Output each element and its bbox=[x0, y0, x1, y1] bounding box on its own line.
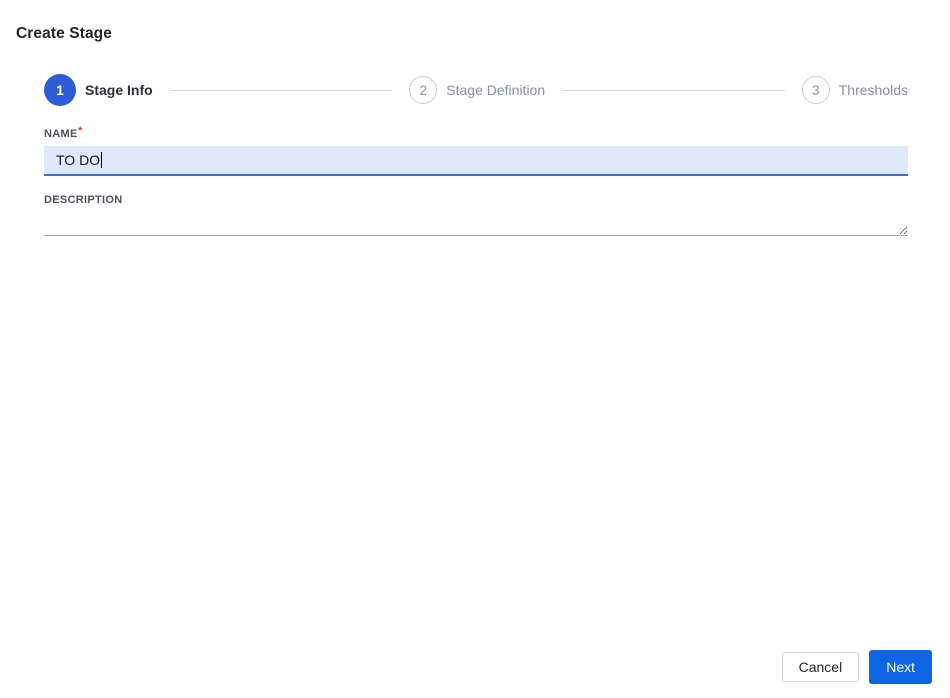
name-input-value: TO DO bbox=[56, 152, 101, 168]
step-1-circle: 1 bbox=[44, 74, 76, 106]
step-2-label: Stage Definition bbox=[446, 82, 546, 98]
step-2-circle: 2 bbox=[409, 76, 438, 104]
stepper-step-stage-info[interactable]: 1 Stage Info bbox=[44, 74, 153, 106]
description-label-text: DESCRIPTION bbox=[44, 194, 123, 206]
dialog-footer: Cancel Next bbox=[781, 650, 932, 684]
stepper-connector bbox=[562, 89, 785, 91]
name-label-text: NAME bbox=[44, 128, 78, 140]
page-title: Create Stage bbox=[16, 25, 112, 42]
description-input[interactable] bbox=[44, 209, 908, 236]
next-button[interactable]: Next bbox=[869, 650, 932, 684]
step-1-label: Stage Info bbox=[85, 82, 153, 98]
step-3-circle: 3 bbox=[801, 76, 830, 104]
cancel-button[interactable]: Cancel bbox=[781, 652, 860, 682]
description-field-label: DESCRIPTION bbox=[44, 194, 122, 206]
stepper-step-thresholds[interactable]: 3 Thresholds bbox=[801, 76, 908, 104]
stepper-connector bbox=[169, 89, 393, 91]
wizard-stepper: 1 Stage Info 2 Stage Definition 3 Thresh… bbox=[44, 74, 908, 106]
text-caret bbox=[101, 152, 103, 168]
required-indicator: * bbox=[78, 125, 83, 137]
step-3-label: Thresholds bbox=[838, 82, 908, 98]
name-input[interactable]: TO DO bbox=[44, 146, 908, 176]
stepper-step-stage-definition[interactable]: 2 Stage Definition bbox=[409, 76, 545, 104]
name-field-label: NAME* bbox=[44, 125, 83, 140]
